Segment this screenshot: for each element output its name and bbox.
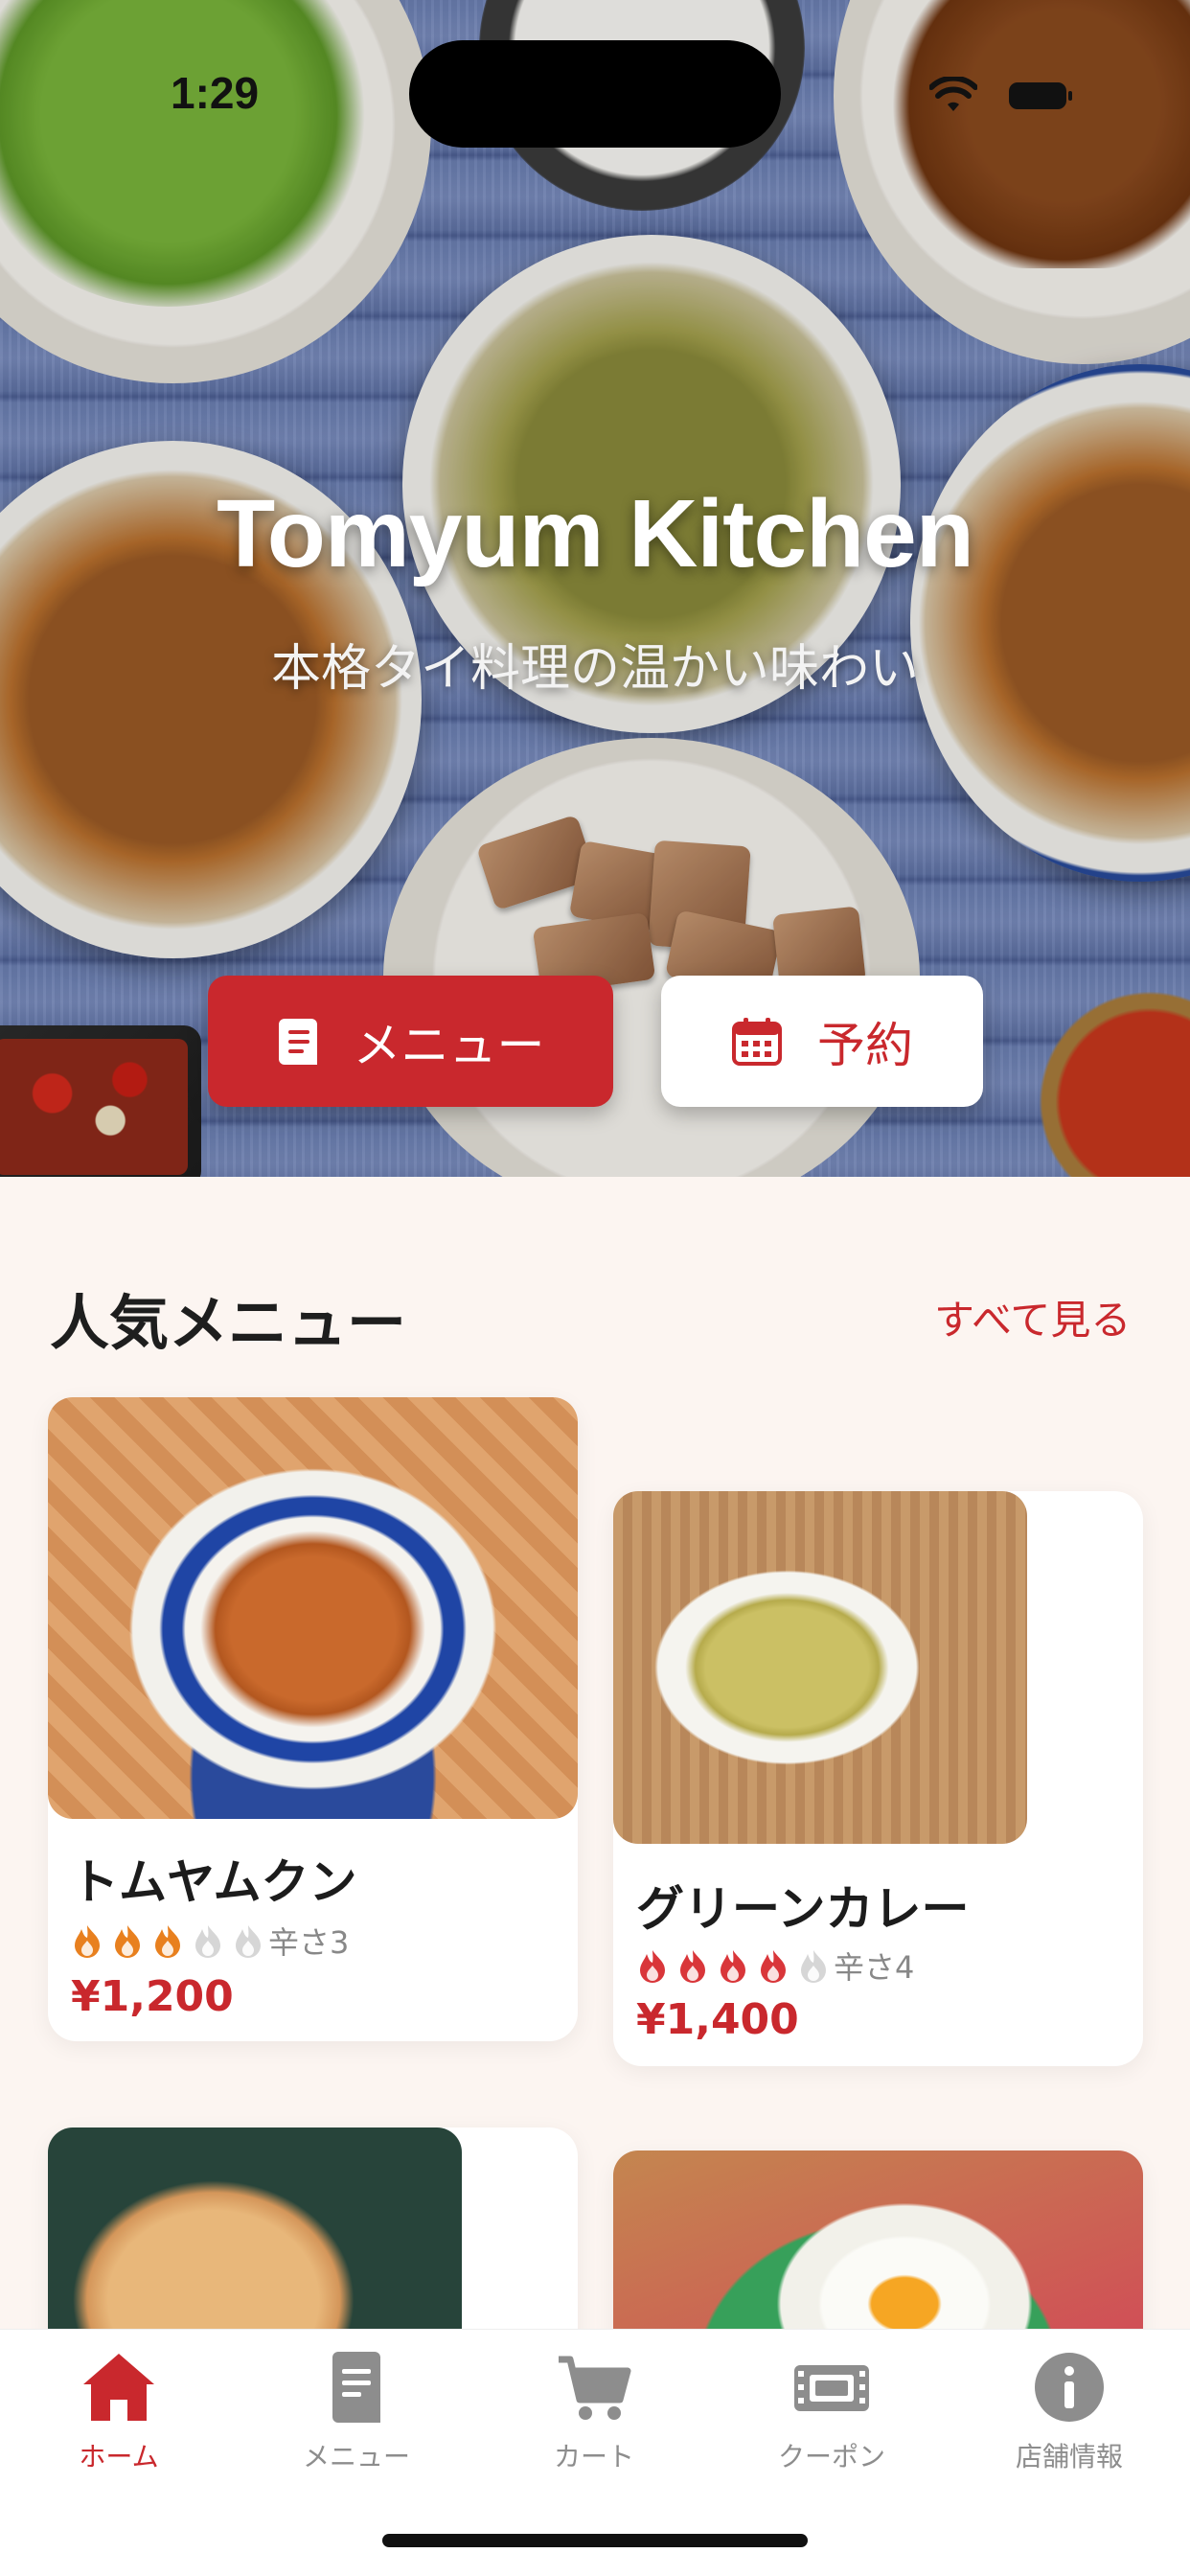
menu-book-icon bbox=[278, 1018, 317, 1065]
restaurant-title: Tomyum Kitchen bbox=[217, 480, 974, 587]
green-curry-image bbox=[613, 1491, 1027, 1844]
flame-icon-empty bbox=[801, 1950, 826, 1983]
reserve-button[interactable]: 予約 bbox=[661, 976, 983, 1107]
tomyum-image bbox=[48, 1397, 578, 1819]
flame-icon-empty bbox=[236, 1925, 261, 1958]
flame-icon-filled bbox=[721, 1950, 745, 1983]
flame-icon-filled bbox=[115, 1925, 140, 1958]
info-icon bbox=[1035, 2353, 1104, 2422]
tab-menu[interactable]: メニュー bbox=[238, 2346, 475, 2474]
menu-book-icon bbox=[332, 2352, 380, 2423]
menu-item-name: トムヤムクン bbox=[71, 1854, 357, 1910]
spice-label: 辛さ3 bbox=[268, 1924, 350, 1961]
restaurant-subtitle: 本格タイ料理の温かい味わい bbox=[270, 640, 919, 698]
status-time: 1:29 bbox=[171, 68, 260, 118]
tab-store-info[interactable]: 店舗情報 bbox=[950, 2346, 1188, 2474]
tab-cart[interactable]: カート bbox=[475, 2346, 713, 2474]
dynamic-island bbox=[409, 40, 781, 148]
menu-button-label: メニュー bbox=[353, 1017, 545, 1073]
tab-label: ホーム bbox=[79, 2441, 159, 2472]
calendar-icon bbox=[732, 1017, 782, 1066]
home-icon bbox=[83, 2354, 154, 2421]
cart-icon bbox=[559, 2356, 631, 2420]
flame-icon-empty bbox=[195, 1925, 220, 1958]
reserve-button-label: 予約 bbox=[817, 1017, 913, 1073]
flame-icon-filled bbox=[640, 1950, 665, 1983]
popular-section-title: 人気メニュー bbox=[50, 1288, 407, 1358]
menu-item-price: ¥1,200 bbox=[71, 1972, 234, 2021]
flame-icon-filled bbox=[680, 1950, 705, 1983]
menu-button[interactable]: メニュー bbox=[208, 976, 613, 1107]
flame-icon-filled bbox=[761, 1950, 786, 1983]
tab-label: 店舗情報 bbox=[1015, 2441, 1123, 2472]
spice-label: 辛さ4 bbox=[834, 1949, 915, 1986]
menu-item-name: グリーンカレー bbox=[636, 1881, 970, 1937]
coupon-icon bbox=[794, 2365, 869, 2411]
tab-label: メニュー bbox=[302, 2441, 410, 2472]
flame-icon-filled bbox=[75, 1925, 100, 1958]
wifi-icon bbox=[929, 77, 977, 111]
menu-card-green-curry[interactable]: グリーンカレー 辛さ4 ¥1,400 bbox=[613, 1491, 1143, 2066]
menu-item-price: ¥1,400 bbox=[636, 1995, 799, 2044]
menu-card-tomyum[interactable]: トムヤムクン 辛さ3 ¥1,200 bbox=[48, 1397, 578, 2041]
home-indicator[interactable] bbox=[382, 2534, 808, 2547]
battery-icon bbox=[1009, 82, 1072, 109]
tab-label: クーポン bbox=[777, 2441, 885, 2472]
flame-icon-filled bbox=[155, 1925, 180, 1958]
spice-rating: 辛さ3 bbox=[71, 1919, 349, 1963]
tab-home[interactable]: ホーム bbox=[0, 2346, 238, 2474]
spice-rating: 辛さ4 bbox=[636, 1944, 914, 1988]
tab-coupon[interactable]: クーポン bbox=[713, 2346, 950, 2474]
tab-label: カート bbox=[553, 2441, 634, 2472]
see-all-link[interactable]: すべて見る bbox=[934, 1288, 1131, 1346]
